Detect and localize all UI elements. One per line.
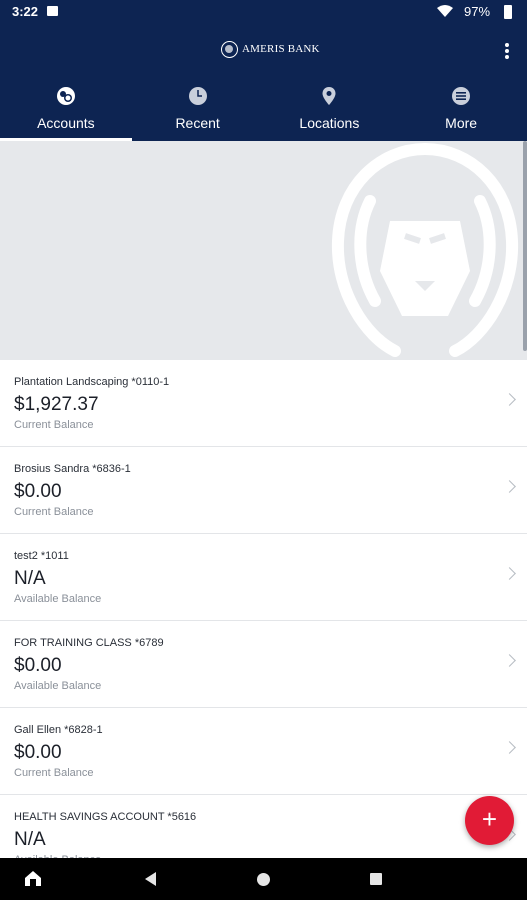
system-nav-bar bbox=[0, 858, 527, 900]
hero-banner bbox=[0, 141, 527, 360]
account-name: Brosius Sandra *6836-1 bbox=[14, 463, 131, 475]
account-amount: $1,927.37 bbox=[14, 394, 99, 415]
account-row[interactable]: Plantation Landscaping *0110-1 $1,927.37… bbox=[0, 360, 527, 447]
accounts-icon bbox=[56, 86, 76, 106]
chevron-right-icon bbox=[503, 654, 516, 667]
home-circle-icon[interactable] bbox=[257, 873, 270, 886]
back-nav-icon[interactable] bbox=[145, 872, 156, 886]
lion-watermark-icon bbox=[331, 143, 519, 357]
brand-name: AMERIS BANK bbox=[242, 43, 320, 55]
tab-accounts[interactable]: Accounts bbox=[0, 72, 132, 141]
recents-square-icon[interactable] bbox=[370, 873, 382, 885]
scrollbar[interactable] bbox=[523, 141, 527, 351]
balance-type: Current Balance bbox=[14, 419, 94, 431]
account-row[interactable]: Gall Ellen *6828-1 $0.00 Current Balance bbox=[0, 708, 527, 795]
battery-percent: 97% bbox=[464, 4, 491, 19]
chevron-right-icon bbox=[503, 393, 516, 406]
account-row[interactable]: FOR TRAINING CLASS *6789 $0.00 Available… bbox=[0, 621, 527, 708]
account-row[interactable]: test2 *1011 N/A Available Balance bbox=[0, 534, 527, 621]
chevron-right-icon bbox=[503, 567, 516, 580]
ameris-lion-mark-icon bbox=[221, 40, 238, 58]
balance-type: Current Balance bbox=[14, 767, 94, 779]
battery-icon bbox=[504, 5, 512, 19]
account-amount: $0.00 bbox=[14, 481, 62, 502]
tab-label: More bbox=[445, 115, 478, 131]
clock-icon bbox=[188, 86, 208, 106]
account-amount: $0.00 bbox=[14, 655, 62, 676]
home-nav-icon[interactable] bbox=[24, 870, 42, 887]
status-bar: 3:22 97% bbox=[0, 0, 527, 24]
location-pin-icon bbox=[319, 86, 339, 106]
account-name: FOR TRAINING CLASS *6789 bbox=[14, 637, 164, 649]
account-amount: N/A bbox=[14, 568, 46, 589]
tab-label: Accounts bbox=[37, 115, 95, 131]
main-tabs: Accounts Recent Locations More bbox=[0, 72, 527, 141]
image-notification-icon bbox=[47, 6, 58, 16]
account-name: Gall Ellen *6828-1 bbox=[14, 724, 103, 736]
balance-type: Available Balance bbox=[14, 680, 102, 692]
status-time: 3:22 bbox=[12, 4, 39, 19]
account-name: test2 *1011 bbox=[14, 550, 69, 562]
tab-label: Locations bbox=[299, 115, 360, 131]
menu-icon bbox=[451, 86, 471, 106]
chevron-right-icon bbox=[503, 741, 516, 754]
overflow-menu-icon[interactable] bbox=[500, 42, 514, 62]
account-name: HEALTH SAVINGS ACCOUNT *5616 bbox=[14, 811, 197, 823]
tab-recent[interactable]: Recent bbox=[132, 72, 264, 141]
tab-more[interactable]: More bbox=[395, 72, 527, 141]
wifi-icon bbox=[437, 5, 453, 17]
balance-type: Current Balance bbox=[14, 506, 94, 518]
ameris-logo: AMERIS BANK bbox=[221, 40, 320, 58]
tab-label: Recent bbox=[175, 115, 220, 131]
account-amount: $0.00 bbox=[14, 742, 62, 763]
chevron-right-icon bbox=[503, 480, 516, 493]
app-bar: AMERIS BANK bbox=[0, 24, 527, 72]
tab-locations[interactable]: Locations bbox=[264, 72, 396, 141]
accounts-list: Plantation Landscaping *0110-1 $1,927.37… bbox=[0, 360, 527, 882]
balance-type: Available Balance bbox=[14, 593, 102, 605]
account-amount: N/A bbox=[14, 829, 46, 850]
add-button[interactable]: + bbox=[465, 796, 514, 845]
account-row[interactable]: Brosius Sandra *6836-1 $0.00 Current Bal… bbox=[0, 447, 527, 534]
account-name: Plantation Landscaping *0110-1 bbox=[14, 376, 170, 388]
